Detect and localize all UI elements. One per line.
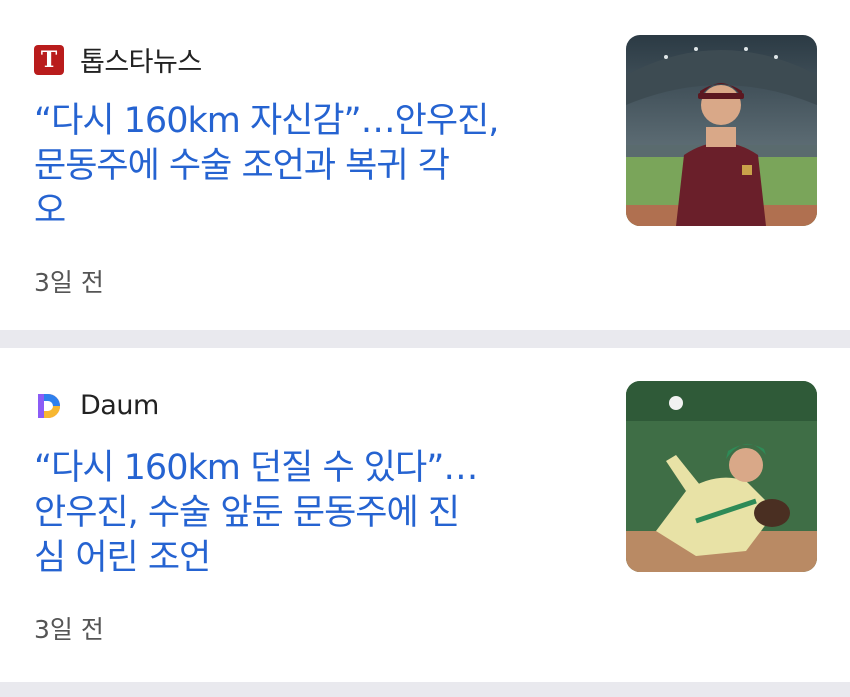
headline-line: “다시 160km 던질 수 있다”… <box>34 448 478 488</box>
article-headline[interactable]: “다시 160km 던질 수 있다”… 안우진, 수술 앞둔 문동주에 진 심 … <box>34 446 594 581</box>
article-time: 3일 전 <box>34 615 104 644</box>
news-card[interactable]: T 톱스타뉴스 “다시 160km 자신감”…안우진, 문동주에 수술 조언과 … <box>0 0 850 330</box>
headline-line: 안우진, 수술 앞둔 문동주에 진 <box>34 493 460 533</box>
headline-line: 오 <box>34 191 66 231</box>
headline-line: 심 어린 조언 <box>34 538 211 578</box>
news-source: Daum <box>34 390 159 421</box>
headline-line: “다시 160km 자신감”…안우진, <box>34 101 499 141</box>
source-name: Daum <box>80 390 159 421</box>
source-name: 톱스타뉴스 <box>80 47 202 78</box>
news-card[interactable]: Daum “다시 160km 던질 수 있다”… 안우진, 수술 앞둔 문동주에… <box>0 348 850 682</box>
news-source: T 톱스타뉴스 <box>34 40 202 79</box>
topstarnews-logo-icon: T <box>34 44 64 75</box>
daum-logo-icon <box>38 393 60 418</box>
article-thumbnail[interactable] <box>626 381 817 572</box>
article-time: 3일 전 <box>34 268 104 297</box>
article-thumbnail[interactable] <box>626 35 817 226</box>
article-headline[interactable]: “다시 160km 자신감”…안우진, 문동주에 수술 조언과 복귀 각 오 <box>34 99 594 234</box>
headline-line: 문동주에 수술 조언과 복귀 각 <box>34 146 450 186</box>
